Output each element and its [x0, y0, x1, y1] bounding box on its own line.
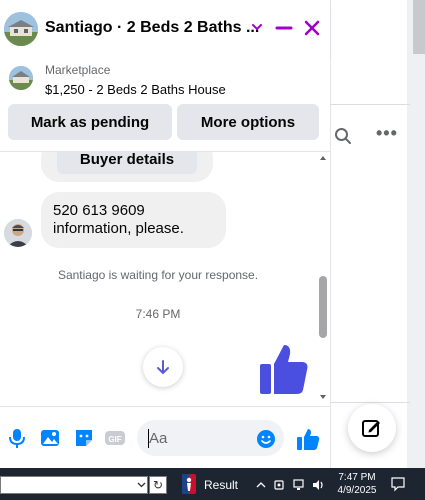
marketplace-listing-card: Marketplace $1,250 - 2 Beds 2 Baths Hous…	[0, 58, 330, 152]
page-scrollbar-thumb[interactable]	[413, 0, 425, 54]
microphone-icon[interactable]	[6, 427, 28, 449]
arrow-down-icon	[157, 360, 169, 375]
chat-title[interactable]: Santiago · 2 Beds 2 Baths ...	[45, 19, 259, 37]
taskbar-app-label[interactable]: Result	[204, 478, 238, 492]
mark-as-pending-button[interactable]: Mark as pending	[8, 104, 172, 140]
message-text-line: information, please.	[53, 220, 184, 237]
close-icon[interactable]	[302, 18, 322, 38]
text-caret	[148, 429, 149, 448]
scroll-down-arrow-icon[interactable]	[319, 393, 327, 401]
more-options-button[interactable]: More options	[177, 104, 319, 140]
message-bubble: 520 613 9609 information, please.	[41, 192, 226, 248]
divider	[330, 402, 410, 403]
volume-icon[interactable]	[312, 478, 326, 492]
listing-thumbnail[interactable]	[9, 66, 33, 90]
chat-header[interactable]: Santiago · 2 Beds 2 Baths ...	[0, 0, 330, 58]
refresh-icon[interactable]: ↻	[149, 476, 167, 494]
message-timestamp: 7:46 PM	[135, 307, 181, 321]
divider	[330, 104, 410, 105]
chevron-down-icon[interactable]	[137, 480, 146, 489]
message-text-line: 520 613 9609	[53, 202, 145, 219]
emoji-icon[interactable]	[256, 429, 276, 449]
chevron-up-icon[interactable]	[256, 478, 266, 492]
search-icon[interactable]	[334, 127, 352, 145]
buyer-details-button[interactable]: Buyer details	[57, 152, 197, 174]
like-icon[interactable]	[296, 427, 320, 451]
taskbar-clock[interactable]: 7:47 PM 4/9/2025	[332, 471, 382, 497]
waiting-notice: Santiago is waiting for your response.	[57, 268, 259, 282]
listing-title[interactable]: $1,250 - 2 Beds 2 Baths House	[45, 82, 226, 97]
svg-text:GIF: GIF	[108, 435, 121, 444]
chat-scrollbar-thumb[interactable]	[319, 276, 327, 338]
more-options-icon[interactable]: •••	[376, 123, 398, 144]
new-message-button[interactable]	[348, 404, 396, 452]
message-list: Buyer details 520 613 9609 information, …	[0, 152, 330, 406]
listing-source: Marketplace	[45, 63, 111, 77]
nba-app-icon[interactable]	[182, 474, 196, 494]
compose-icon	[362, 420, 380, 437]
sticker-icon[interactable]	[73, 427, 95, 449]
network-icon[interactable]	[292, 478, 306, 492]
chat-window: Santiago · 2 Beds 2 Baths ... Marketplac…	[0, 0, 330, 468]
notification-icon[interactable]	[390, 476, 406, 492]
scroll-up-arrow-icon[interactable]	[319, 154, 327, 162]
photo-icon[interactable]	[39, 427, 61, 449]
scroll-to-bottom-button[interactable]	[143, 347, 183, 387]
gif-icon[interactable]: GIF	[104, 427, 126, 449]
clock-time: 7:47 PM	[338, 472, 376, 483]
address-bar[interactable]	[0, 476, 148, 494]
house-avatar[interactable]	[4, 12, 38, 46]
meet-now-icon[interactable]	[274, 478, 286, 492]
message-composer: GIF	[0, 406, 330, 468]
avatar[interactable]	[4, 219, 32, 247]
thumbs-up-icon	[260, 345, 308, 394]
chevron-down-icon[interactable]	[250, 20, 264, 34]
clock-date: 4/9/2025	[337, 485, 377, 496]
minimize-icon[interactable]	[274, 18, 294, 38]
page-scrollbar[interactable]	[407, 0, 425, 468]
